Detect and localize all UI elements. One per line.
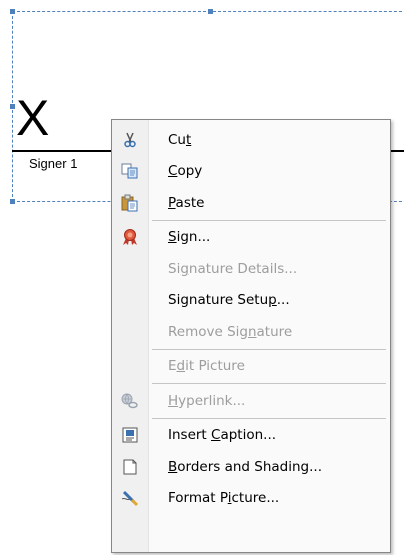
menu-item-cut[interactable]: Cut	[112, 124, 390, 156]
paste-icon	[112, 187, 148, 219]
menu-item-hyperlink[interactable]: Hyperlink...	[112, 385, 390, 417]
resize-handle-top-center[interactable]	[208, 9, 213, 14]
menu-separator	[152, 383, 386, 384]
resize-handle-top-left[interactable]	[10, 9, 15, 14]
menu-item-label: Copy	[168, 163, 203, 180]
menu-item-label: Sign...	[168, 229, 211, 246]
menu-item-signature-details[interactable]: Signature Details...	[112, 253, 390, 285]
hyperlink-icon	[112, 385, 148, 417]
copy-icon	[112, 156, 148, 188]
menu-item-label: Signature Details...	[168, 260, 298, 277]
borders-icon	[112, 451, 148, 483]
format-picture-icon	[112, 483, 148, 515]
menu-items: Cut Copy Paste Sign... Signature Details…	[112, 124, 390, 514]
menu-item-label: Edit Picture	[168, 358, 245, 375]
sign-ribbon-icon	[112, 222, 148, 254]
menu-separator	[152, 348, 386, 350]
menu-item-edit-picture[interactable]: Edit Picture	[112, 351, 390, 383]
menu-item-label: Cut	[168, 131, 192, 148]
menu-item-borders-shading[interactable]: Borders and Shading...	[112, 451, 390, 483]
context-menu: Cut Copy Paste Sign... Signature Details…	[111, 119, 391, 553]
menu-item-label: Paste	[168, 194, 205, 211]
resize-handle-middle-left[interactable]	[10, 104, 15, 109]
menu-item-label: Borders and Shading...	[168, 458, 322, 475]
menu-separator	[152, 219, 386, 221]
menu-item-insert-caption[interactable]: Insert Caption...	[112, 420, 390, 452]
signer-label: Signer 1	[29, 156, 78, 171]
menu-item-copy[interactable]: Copy	[112, 156, 390, 188]
resize-handle-bottom-left[interactable]	[10, 199, 15, 204]
menu-item-label: Hyperlink...	[168, 392, 246, 409]
menu-item-sign[interactable]: Sign...	[112, 222, 390, 254]
menu-item-remove-signature[interactable]: Remove Signature	[112, 316, 390, 348]
scissors-icon	[112, 124, 148, 156]
menu-item-label: Insert Caption...	[168, 427, 277, 444]
menu-separator	[152, 417, 386, 419]
insert-caption-icon	[112, 420, 148, 452]
menu-item-paste[interactable]: Paste	[112, 187, 390, 219]
menu-item-label: Format Picture...	[168, 490, 280, 507]
menu-item-label: Signature Setup...	[168, 292, 290, 309]
menu-item-signature-setup[interactable]: Signature Setup...	[112, 285, 390, 317]
menu-item-label: Remove Signature	[168, 323, 293, 340]
signature-x-mark: X	[16, 90, 50, 146]
menu-item-format-picture[interactable]: Format Picture...	[112, 483, 390, 515]
